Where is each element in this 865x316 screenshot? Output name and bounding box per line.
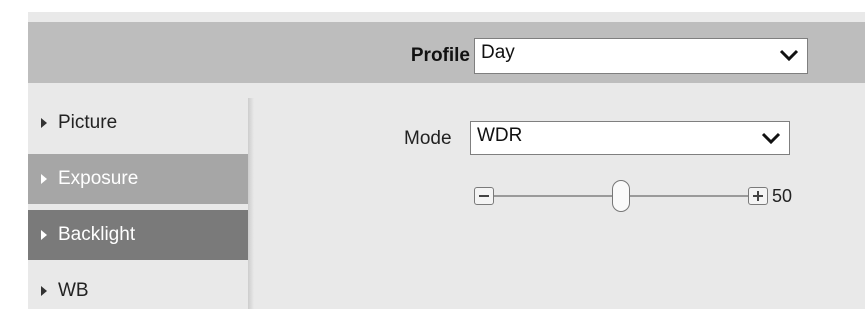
triangle-right-icon [41, 286, 47, 296]
sidebar-item-backlight[interactable]: Backlight [28, 210, 248, 260]
sidebar-menu: Picture Exposure Backlight WB [28, 98, 248, 309]
sidebar-divider [248, 98, 254, 309]
triangle-right-icon [41, 118, 47, 128]
profile-select-value: Day [481, 42, 515, 63]
mode-label: Mode [404, 128, 452, 149]
profile-bar: Profile Day [28, 22, 865, 83]
mode-select-value: WDR [477, 125, 523, 146]
slider-thumb[interactable] [612, 180, 630, 212]
triangle-right-icon [41, 230, 47, 240]
sidebar-item-picture[interactable]: Picture [28, 98, 248, 148]
sidebar-item-label: WB [58, 280, 89, 301]
triangle-right-icon [41, 174, 47, 184]
sidebar-item-label: Picture [58, 112, 118, 133]
profile-select[interactable]: Day [474, 38, 808, 74]
sidebar-item-label: Exposure [58, 168, 139, 189]
chevron-down-icon [761, 132, 781, 145]
level-slider: 50 [474, 180, 864, 216]
profile-label: Profile [410, 45, 470, 66]
minus-icon[interactable] [474, 187, 494, 205]
sidebar-item-label: Backlight [58, 224, 136, 245]
slider-value: 50 [772, 186, 793, 206]
chevron-down-icon [779, 49, 799, 62]
mode-select[interactable]: WDR [470, 121, 790, 155]
settings-panel: Profile Day Picture Exposure Backlight W… [28, 12, 865, 309]
plus-icon[interactable] [748, 187, 768, 205]
sidebar-item-exposure[interactable]: Exposure [28, 154, 248, 204]
